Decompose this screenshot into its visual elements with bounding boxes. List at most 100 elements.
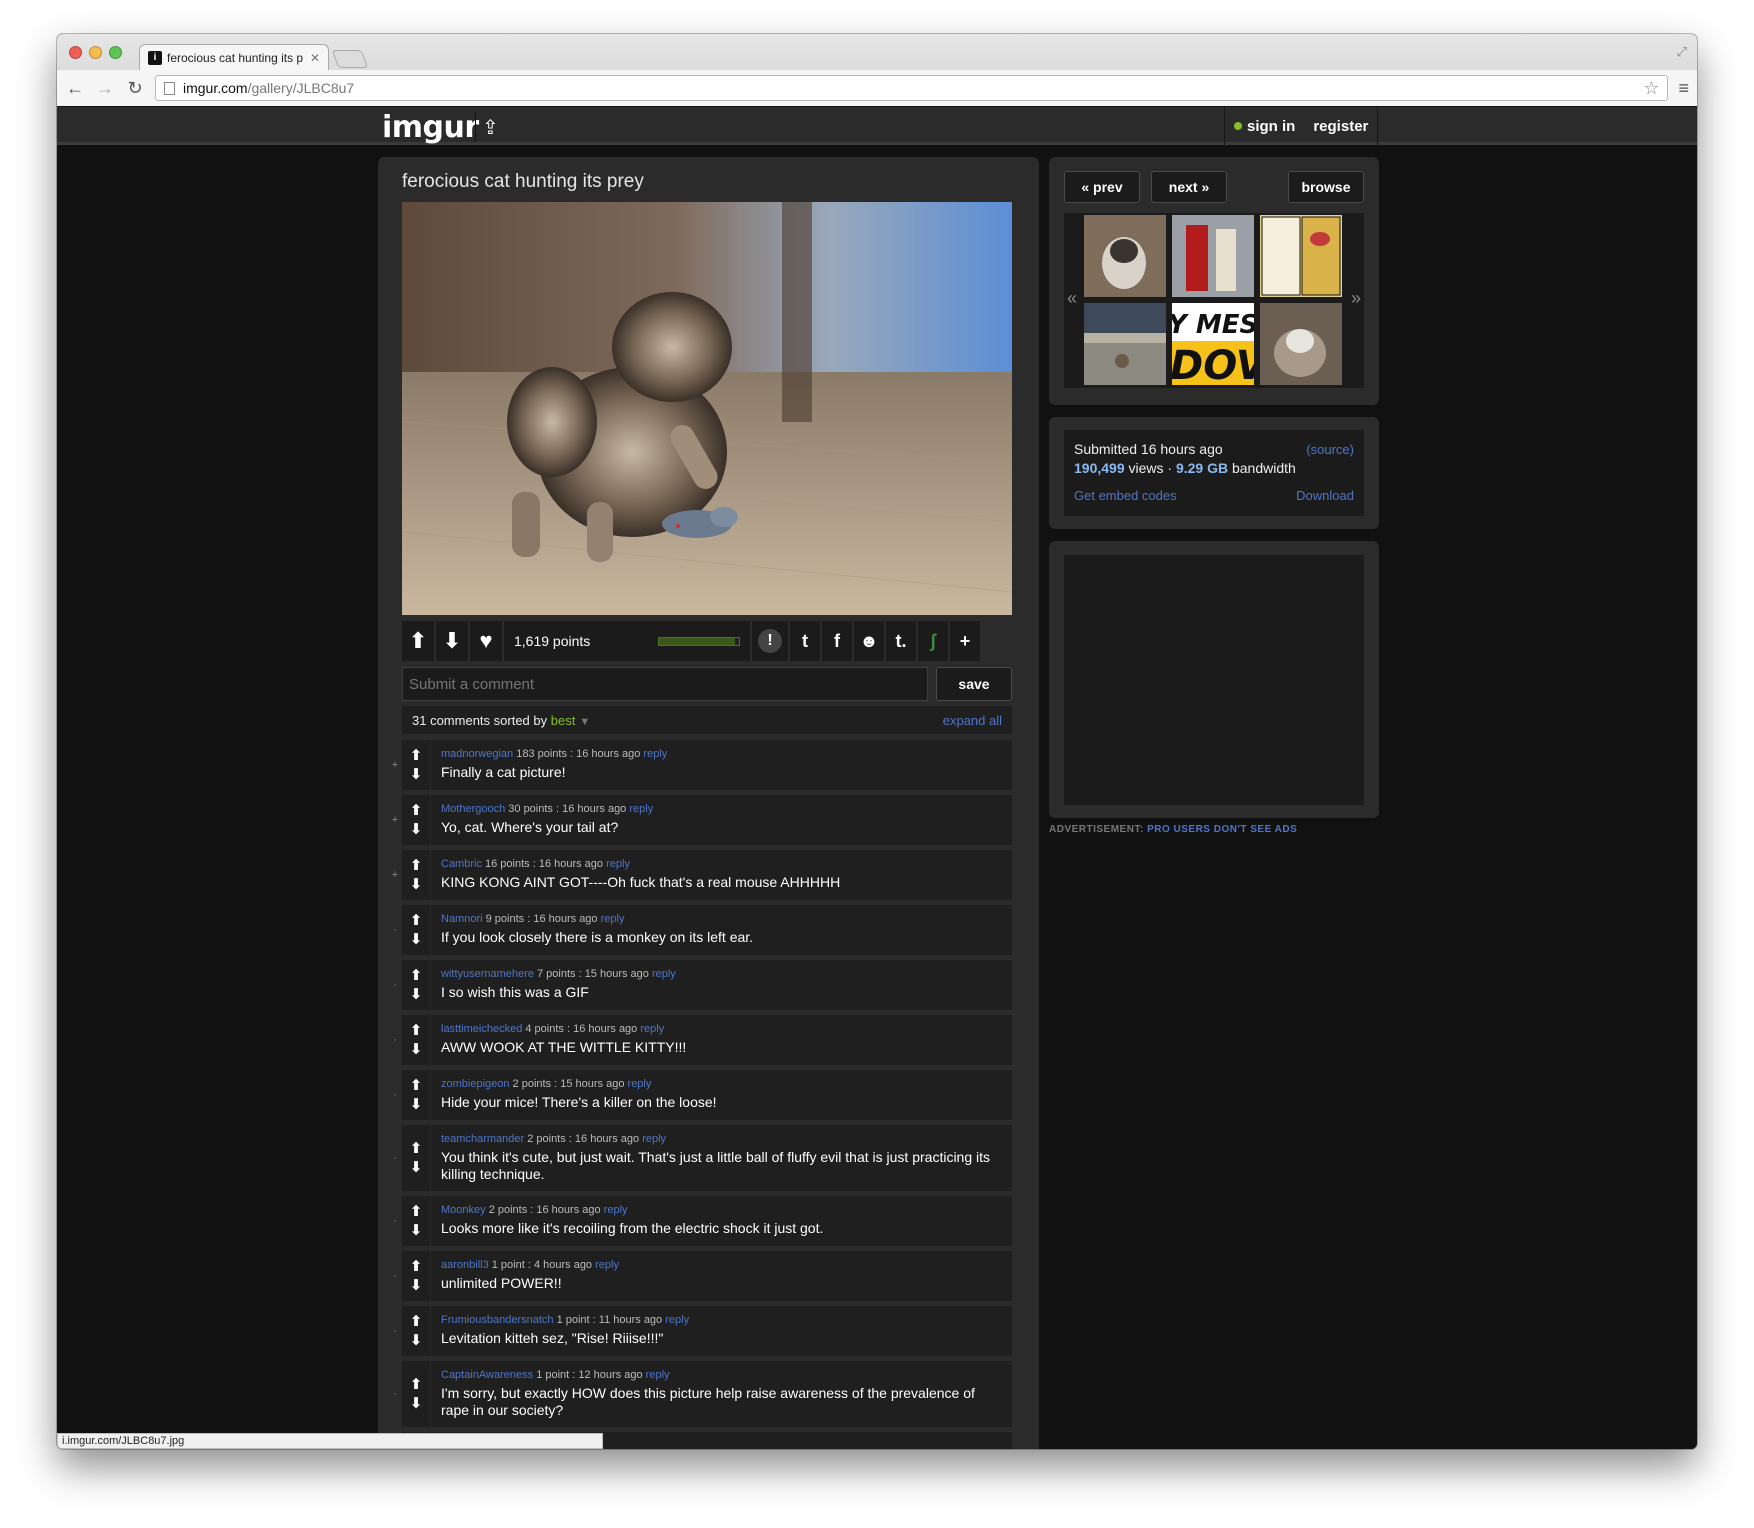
comment-downvote-icon[interactable]: ⬇ [410, 877, 423, 892]
embed-codes-link[interactable]: Get embed codes [1074, 488, 1177, 503]
comment-expander-icon[interactable]: · [388, 905, 402, 955]
comment-upvote-icon[interactable]: ⬆ [410, 748, 423, 763]
expand-all-link[interactable]: expand all [943, 713, 1002, 728]
stumbleupon-icon[interactable]: ʃ [918, 621, 948, 661]
comment-author-link[interactable]: CaptainAwareness [441, 1369, 533, 1381]
plus-icon[interactable]: + [950, 621, 980, 661]
ad-slot[interactable] [1064, 555, 1364, 805]
upvote-icon[interactable]: ⬆ [402, 621, 434, 661]
register-link[interactable]: register [1304, 118, 1377, 135]
address-bar[interactable]: imgur.com/gallery/JLBC8u7 ☆ [155, 75, 1669, 101]
bookmark-star-icon[interactable]: ☆ [1643, 78, 1659, 99]
comment-downvote-icon[interactable]: ⬇ [410, 1042, 423, 1057]
fullscreen-icon[interactable]: ⤢ [1677, 44, 1687, 60]
comment-reply-link[interactable]: reply [628, 1078, 652, 1090]
thumbs-right-icon[interactable]: » [1351, 288, 1361, 309]
comment-expander-icon[interactable]: · [388, 1125, 402, 1191]
comment-downvote-icon[interactable]: ⬇ [410, 822, 423, 837]
heart-icon[interactable]: ♥ [470, 621, 502, 661]
thumbnail-text-meme[interactable]: Y MESSDOV [1172, 303, 1254, 385]
imgur-logo[interactable]: imgur [382, 110, 479, 145]
address-url[interactable]: imgur.com/gallery/JLBC8u7 [183, 80, 1635, 96]
facebook-icon[interactable]: f [822, 621, 852, 661]
comment-upvote-icon[interactable]: ⬆ [410, 803, 423, 818]
comment-expander-icon[interactable]: · [388, 1070, 402, 1120]
thumbnail-husky[interactable] [1260, 303, 1342, 385]
forward-arrow-icon[interactable]: → [95, 79, 115, 97]
comment-author-link[interactable]: zombiepigeon [441, 1078, 510, 1090]
comment-expander-icon[interactable]: · [388, 1015, 402, 1065]
browser-tab[interactable]: i ferocious cat hunting its p ✕ [139, 44, 329, 70]
thumbs-left-icon[interactable]: « [1067, 288, 1077, 309]
comment-author-link[interactable]: aaronbill3 [441, 1259, 489, 1271]
comment-author-link[interactable]: Frumiousbandersnatch [441, 1314, 554, 1326]
comment-downvote-icon[interactable]: ⬇ [410, 1160, 423, 1175]
comment-reply-link[interactable]: reply [629, 803, 653, 815]
post-image[interactable] [402, 202, 1012, 615]
comment-expander-icon[interactable]: + [388, 795, 402, 845]
comment-author-link[interactable]: teamcharmander [441, 1133, 524, 1145]
comment-reply-link[interactable]: reply [601, 913, 625, 925]
comment-reply-link[interactable]: reply [646, 1369, 670, 1381]
comment-expander-icon[interactable]: · [388, 1196, 402, 1246]
comment-downvote-icon[interactable]: ⬇ [410, 1223, 423, 1238]
chevron-down-icon[interactable]: ▼ [579, 716, 590, 728]
reload-icon[interactable]: ↻ [125, 79, 145, 97]
comment-expander-icon[interactable]: · [388, 1306, 402, 1356]
comment-upvote-icon[interactable]: ⬆ [410, 1141, 423, 1156]
comment-downvote-icon[interactable]: ⬇ [410, 1278, 423, 1293]
comment-downvote-icon[interactable]: ⬇ [410, 932, 423, 947]
comment-input[interactable] [402, 667, 928, 701]
comment-reply-link[interactable]: reply [595, 1259, 619, 1271]
browse-button[interactable]: browse [1288, 171, 1364, 203]
twitter-icon[interactable]: t [790, 621, 820, 661]
comment-author-link[interactable]: Cambric [441, 858, 482, 870]
comment-downvote-icon[interactable]: ⬇ [410, 1396, 423, 1411]
comment-author-link[interactable]: wittyusernamehere [441, 968, 534, 980]
comment-upvote-icon[interactable]: ⬆ [410, 1078, 423, 1093]
comment-author-link[interactable]: Mothergooch [441, 803, 505, 815]
comment-author-link[interactable]: madnorwegian [441, 748, 513, 760]
comment-expander-icon[interactable]: + [388, 850, 402, 900]
minimize-window-button[interactable] [89, 46, 102, 59]
reddit-icon[interactable]: ☻ [854, 621, 884, 661]
close-tab-icon[interactable]: ✕ [310, 51, 320, 65]
new-tab-button[interactable] [331, 50, 369, 68]
comment-author-link[interactable]: Namnori [441, 913, 483, 925]
thumbnail-store[interactable] [1084, 303, 1166, 385]
comment-upvote-icon[interactable]: ⬆ [410, 913, 423, 928]
comment-expander-icon[interactable]: · [388, 960, 402, 1010]
comment-downvote-icon[interactable]: ⬇ [410, 1333, 423, 1348]
thumbnail-dog[interactable] [1084, 215, 1166, 297]
comment-reply-link[interactable]: reply [652, 968, 676, 980]
comment-upvote-icon[interactable]: ⬆ [410, 1023, 423, 1038]
comment-upvote-icon[interactable]: ⬆ [410, 858, 423, 873]
comment-author-link[interactable]: lasttimeichecked [441, 1023, 522, 1035]
thumbnail-comic[interactable] [1260, 215, 1342, 297]
prev-button[interactable]: « prev [1064, 171, 1140, 203]
download-link[interactable]: Download [1296, 488, 1354, 503]
sign-in-link[interactable]: sign in [1225, 118, 1304, 135]
comment-reply-link[interactable]: reply [640, 1023, 664, 1035]
downvote-icon[interactable]: ⬇ [436, 621, 468, 661]
comment-reply-link[interactable]: reply [665, 1314, 689, 1326]
comment-upvote-icon[interactable]: ⬆ [410, 968, 423, 983]
comment-reply-link[interactable]: reply [606, 858, 630, 870]
comment-upvote-icon[interactable]: ⬆ [410, 1259, 423, 1274]
back-arrow-icon[interactable]: ← [65, 79, 85, 97]
close-window-button[interactable] [69, 46, 82, 59]
pro-users-link[interactable]: PRO USERS DON'T SEE ADS [1147, 824, 1297, 835]
comment-expander-icon[interactable]: · [388, 1251, 402, 1301]
comment-upvote-icon[interactable]: ⬆ [410, 1204, 423, 1219]
comment-author-link[interactable]: Moonkey [441, 1204, 486, 1216]
comment-reply-link[interactable]: reply [604, 1204, 628, 1216]
upload-icon[interactable]: ⇪ [475, 112, 505, 142]
save-comment-button[interactable]: save [936, 667, 1012, 701]
comment-upvote-icon[interactable]: ⬆ [410, 1377, 423, 1392]
comment-reply-link[interactable]: reply [642, 1133, 666, 1145]
comment-reply-link[interactable]: reply [643, 748, 667, 760]
comment-expander-icon[interactable]: · [388, 1361, 402, 1427]
comment-downvote-icon[interactable]: ⬇ [410, 1097, 423, 1112]
comment-upvote-icon[interactable]: ⬆ [410, 1314, 423, 1329]
next-button[interactable]: next » [1151, 171, 1227, 203]
